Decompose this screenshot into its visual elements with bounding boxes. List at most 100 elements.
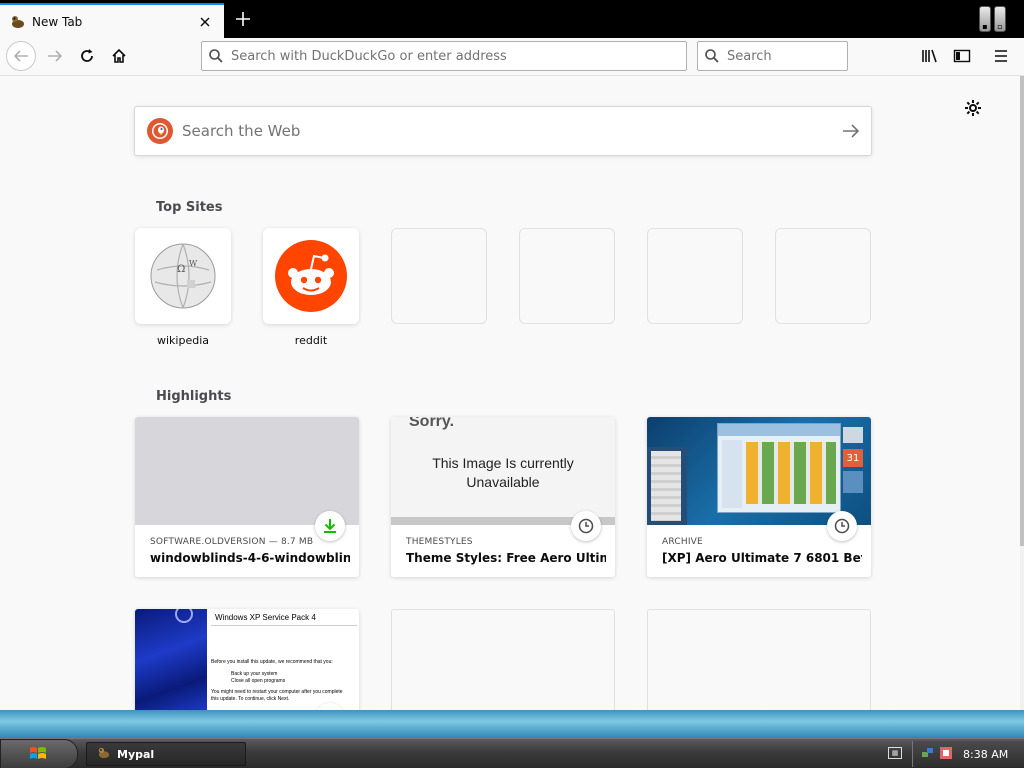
highlights-title: Highlights — [156, 389, 232, 404]
screen: New Tab ▪ ▫ Search with DuckDuckGo or en… — [0, 0, 1024, 768]
gear-icon — [965, 100, 981, 116]
mypal-icon — [10, 14, 26, 30]
sidebar-icon — [953, 49, 971, 63]
highlight-meta: THEMESTYLES — [406, 537, 473, 547]
tab-strip: New Tab ▪ ▫ — [0, 0, 1024, 38]
thumbnail-text: Close all open programs — [231, 678, 286, 684]
highlight-card-aero-ultimate[interactable]: 31 ARCHIVE [XP] Aero Ultimate 7 6801 Bet… — [647, 417, 871, 577]
duckduckgo-icon — [147, 118, 173, 144]
highlight-title: Theme Styles: Free Aero Ultimat... — [406, 551, 606, 565]
back-button[interactable] — [6, 41, 36, 71]
home-button[interactable] — [104, 41, 134, 71]
web-search-placeholder: Search the Web — [182, 122, 301, 140]
highlight-title: [XP] Aero Ultimate 7 6801 Beta :... — [662, 551, 862, 565]
home-icon — [112, 48, 126, 63]
top-site-empty — [775, 228, 871, 324]
thumbnail-text: Unavailable — [466, 474, 540, 490]
navigation-toolbar: Search with DuckDuckGo or enter address … — [0, 38, 1024, 76]
new-tab-button[interactable] — [230, 6, 256, 32]
forward-button[interactable] — [40, 41, 70, 71]
thumbnail-calendar: 31 — [843, 449, 863, 467]
scrollbar-thumb[interactable] — [1020, 76, 1024, 546]
highlight-placeholder — [647, 609, 871, 710]
reload-button[interactable] — [72, 41, 102, 71]
thumbnail-text: Windows XP Service Pack 4 — [215, 613, 316, 622]
top-site-wikipedia[interactable]: Ω W wikipedia — [135, 228, 231, 347]
keyboard-icon[interactable]: ▦ — [888, 747, 902, 759]
sidebar-button[interactable] — [950, 44, 974, 68]
thumbnail-text: You might need to restart your computer … — [211, 689, 343, 702]
highlight-placeholder — [391, 609, 615, 710]
thumbnail-text: Sorry. — [409, 417, 455, 430]
tab-new-tab[interactable]: New Tab — [0, 3, 224, 38]
tab-title: New Tab — [32, 14, 83, 29]
empty-tile — [519, 228, 615, 324]
search-icon — [705, 49, 719, 63]
wikipedia-globe-icon: Ω W — [150, 243, 216, 309]
search-bar[interactable]: Search — [697, 41, 848, 71]
minimize-button[interactable]: ▪ — [979, 6, 991, 32]
top-site-reddit[interactable]: reddit — [263, 228, 359, 347]
highlight-thumbnail: Windows XP Service Pack 4 Before you ins… — [135, 609, 359, 710]
top-site-empty — [519, 228, 615, 324]
page-scrollbar[interactable] — [1020, 76, 1024, 710]
download-icon — [315, 511, 345, 541]
empty-tile — [647, 228, 743, 324]
top-site-tile[interactable]: Ω W — [135, 228, 231, 324]
top-site-label: reddit — [294, 334, 328, 347]
highlight-thumbnail: Sorry. This Image Is currently Unavailab… — [391, 417, 615, 525]
highlight-thumbnail — [135, 417, 359, 525]
taskbar-item-mypal[interactable]: Mypal — [86, 742, 246, 766]
system-tray: 8:38 AM — [912, 741, 1024, 767]
top-site-empty — [647, 228, 743, 324]
highlight-thumbnail: 31 — [647, 417, 871, 525]
taskbar: Mypal ▦ 8:38 AM — [0, 738, 1024, 768]
menu-button[interactable] — [989, 44, 1013, 68]
empty-tile — [391, 228, 487, 324]
highlight-meta: SOFTWARE.OLDVERSION — 8.7 MB — [150, 537, 314, 547]
back-arrow-icon — [13, 50, 28, 62]
hamburger-menu-icon — [995, 50, 1007, 62]
customize-button[interactable] — [962, 97, 984, 119]
new-tab-page: Search the Web Top Sites Ω W wikipedia r… — [0, 76, 1020, 710]
restore-button[interactable]: ▫ — [994, 6, 1006, 32]
svg-text:Ω: Ω — [177, 264, 185, 275]
library-icon — [922, 49, 937, 63]
network-icon[interactable] — [921, 746, 935, 763]
url-bar[interactable]: Search with DuckDuckGo or enter address — [201, 41, 687, 71]
clock-icon — [571, 511, 601, 541]
security-icon[interactable] — [939, 746, 953, 763]
forward-arrow-icon — [48, 50, 63, 62]
svg-text:W: W — [189, 259, 198, 268]
highlight-meta: ARCHIVE — [662, 537, 703, 547]
highlight-card-windowblinds[interactable]: SOFTWARE.OLDVERSION — 8.7 MB windowblind… — [135, 417, 359, 577]
mypal-icon — [97, 747, 111, 762]
library-button[interactable] — [918, 44, 942, 68]
taskbar-item-label: Mypal — [117, 747, 155, 761]
thumbnail-text: This Image Is currently — [432, 455, 574, 471]
highlight-card-themestyles[interactable]: Sorry. This Image Is currently Unavailab… — [391, 417, 615, 577]
top-site-tile[interactable] — [263, 228, 359, 324]
search-icon — [209, 49, 223, 63]
highlight-title: windowblinds-4-6-windowblinds... — [150, 551, 350, 565]
clock-icon — [827, 511, 857, 541]
top-site-empty — [391, 228, 487, 324]
start-button[interactable] — [0, 739, 78, 768]
search-go-arrow-icon[interactable] — [831, 111, 871, 151]
windows-logo-icon — [30, 747, 46, 759]
thumbnail-text: Before you install this update, we recom… — [211, 659, 333, 665]
window-controls: ▪ ▫ — [979, 6, 1006, 32]
web-search-box[interactable]: Search the Web — [134, 106, 872, 156]
thumbnail-text: Back up your system — [231, 671, 278, 677]
reload-icon — [81, 49, 93, 62]
desktop-wallpaper — [0, 710, 1024, 738]
empty-tile — [775, 228, 871, 324]
top-sites-title: Top Sites — [156, 200, 223, 215]
url-bar-placeholder: Search with DuckDuckGo or enter address — [231, 48, 507, 64]
reddit-alien-icon — [275, 240, 347, 312]
highlight-card-xp-sp4[interactable]: Windows XP Service Pack 4 Before you ins… — [135, 609, 359, 710]
close-tab-icon[interactable] — [196, 13, 214, 31]
clock[interactable]: 8:38 AM — [963, 748, 1008, 761]
top-site-label: wikipedia — [156, 334, 209, 347]
search-bar-placeholder: Search — [727, 48, 772, 64]
